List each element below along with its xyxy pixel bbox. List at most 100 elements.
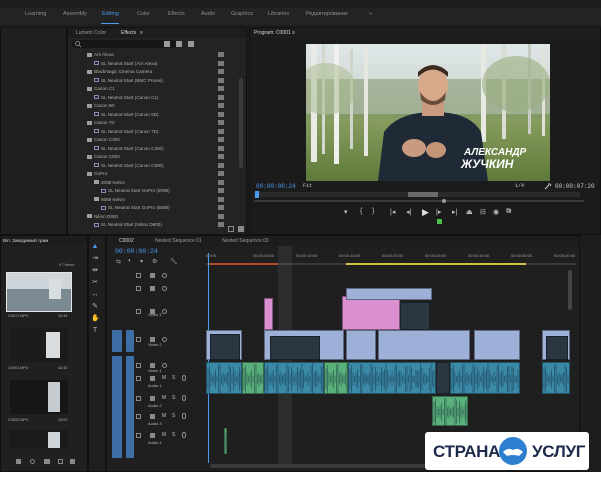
video-clip-thumbnail[interactable] (270, 336, 320, 360)
effects-folder[interactable]: Canon C1 (68, 85, 240, 93)
new-item-icon[interactable] (58, 459, 63, 464)
lock-icon[interactable] (136, 337, 141, 342)
track-select-tool-icon[interactable]: ⇥ (91, 255, 99, 262)
add-marker-timeline-icon[interactable]: ▾ (140, 258, 143, 265)
effects-folder[interactable]: Blackmagic Cinema Camera (68, 68, 240, 76)
eye-icon[interactable] (162, 273, 167, 278)
effects-folder[interactable]: 5668 Kelvin (68, 196, 240, 204)
extract-icon[interactable]: ⊟ (480, 208, 486, 216)
tab-lumetri-color[interactable]: Lumetri Color (76, 30, 106, 36)
graphic-clip[interactable] (264, 298, 273, 330)
effects-folder[interactable]: 2098 Kelvin (68, 179, 240, 187)
solo-icon[interactable]: S (172, 375, 175, 381)
go-to-in-icon[interactable]: |◂ (390, 208, 395, 216)
wrench-icon-timeline[interactable]: 🔧︎ (170, 258, 178, 265)
sync-lock-icon[interactable] (150, 433, 155, 438)
lock-icon[interactable] (136, 414, 141, 419)
effects-folder[interactable]: Canon 5D (68, 102, 240, 110)
tab-nested-sequence-03[interactable]: Nested Sequence 03 (222, 238, 269, 244)
video-clip[interactable] (346, 330, 376, 360)
graphic-clip[interactable] (342, 296, 400, 330)
workspace-assembly[interactable]: Assembly (63, 11, 87, 17)
music-clip[interactable] (432, 396, 468, 426)
effects-folder[interactable]: Canon 7D (68, 119, 240, 127)
trash-icon[interactable] (70, 459, 75, 464)
step-forward-icon[interactable]: |▸ (436, 208, 441, 216)
effects-folder[interactable]: GoPro (68, 170, 240, 178)
sync-lock-icon[interactable] (150, 414, 155, 419)
button-editor-plus-icon[interactable]: + (508, 208, 512, 215)
effects-folder[interactable]: Arri Alexa (68, 51, 240, 59)
clip-thumbnail-2[interactable] (10, 328, 68, 362)
export-frame-icon[interactable]: ◉ (493, 208, 499, 216)
tab-sequence-c0002[interactable]: C0002 (119, 238, 134, 244)
eye-icon[interactable] (162, 363, 167, 368)
workspace-audio[interactable]: Audio (201, 11, 215, 17)
timeline-timecode[interactable]: 00:00:00:24 (115, 248, 158, 255)
mute-icon[interactable]: M (162, 395, 166, 401)
lock-icon[interactable] (136, 376, 141, 381)
list-view-icon[interactable] (16, 459, 21, 464)
add-marker-icon[interactable]: ▾ (344, 208, 348, 216)
find-icon[interactable] (30, 459, 35, 464)
effects-search-input[interactable] (72, 40, 178, 48)
ripple-edit-tool-icon[interactable]: ⇹ (91, 267, 99, 274)
mic-icon[interactable] (182, 375, 186, 381)
effects-folder[interactable]: Canon C300 (68, 136, 240, 144)
selection-tool-icon[interactable]: ▲ (91, 243, 99, 250)
program-current-timecode[interactable]: 00:00:00:24 (256, 183, 296, 190)
project-bin-title[interactable]: Bin: Заводимый трим (3, 238, 48, 243)
audio-clip[interactable] (436, 362, 450, 394)
yuv-effects-icon[interactable] (188, 41, 194, 47)
new-bin-icon[interactable] (228, 226, 234, 232)
mute-icon[interactable]: M (162, 375, 166, 381)
hand-tool-icon[interactable]: ✋ (91, 315, 100, 322)
mic-icon[interactable] (182, 432, 186, 438)
program-video-frame[interactable]: АЛЕКСАНДР ЖУЧКИН (306, 44, 550, 181)
mark-in-icon[interactable]: { (360, 208, 362, 215)
effects-folder[interactable]: Canon C500 (68, 153, 240, 161)
track-target-button[interactable] (126, 330, 134, 352)
timeline-vertical-scrollbar[interactable] (568, 270, 572, 310)
solo-icon[interactable]: S (172, 432, 175, 438)
video-clip-thumbnail[interactable] (210, 334, 240, 360)
workspace-graphics[interactable]: Graphics (231, 11, 253, 17)
wrench-icon[interactable] (544, 183, 552, 190)
effects-scrollbar[interactable] (239, 78, 243, 168)
lock-icon[interactable] (136, 433, 141, 438)
step-back-icon[interactable]: ◂| (406, 208, 411, 216)
lock-icon[interactable] (136, 273, 141, 278)
clip-thumbnail-selected[interactable] (6, 272, 72, 312)
audio-source-patch-button[interactable] (112, 369, 122, 458)
tab-nested-sequence-01[interactable]: Nested Sequence 01 (155, 238, 202, 244)
go-to-out-icon[interactable]: ▸| (452, 208, 457, 216)
workspace-editing[interactable]: Editing (102, 11, 119, 17)
workspaces-overflow[interactable]: » (369, 11, 372, 17)
adjustment-clip[interactable] (346, 288, 432, 300)
audio-clip[interactable] (450, 362, 520, 394)
eye-icon[interactable] (162, 286, 167, 291)
audio-clip-small[interactable] (224, 428, 227, 454)
effects-preset[interactable]: SL Neutral Start (Canon 7D) (68, 128, 240, 136)
lock-icon[interactable] (136, 309, 141, 314)
play-icon[interactable]: ▶ (422, 207, 429, 218)
workspace-effects[interactable]: Effects (168, 11, 185, 17)
effects-preset[interactable]: SL Neutral Start (Canon 5D) (68, 111, 240, 119)
delete-icon[interactable] (238, 226, 244, 232)
mic-icon[interactable] (182, 395, 186, 401)
clip-thumbnail-3[interactable] (10, 380, 68, 414)
audio-clip[interactable] (206, 362, 242, 394)
workspace-color[interactable]: Color (137, 11, 150, 17)
video-clip[interactable] (378, 330, 470, 360)
mic-icon[interactable] (182, 413, 186, 419)
32bit-effects-icon[interactable] (176, 41, 182, 47)
effects-preset[interactable]: SL Neutral Start (BMC Prores) (68, 77, 240, 85)
eye-icon[interactable] (162, 309, 167, 314)
effects-preset[interactable]: SL Neutral Start GoPro (2098) (68, 187, 240, 195)
program-scrub-bar[interactable] (254, 191, 580, 198)
audio-track-target-button[interactable] (126, 369, 134, 458)
timeline-settings-icon[interactable]: ⚙ (152, 258, 157, 265)
effects-preset[interactable]: SL Neutral Start (Arri Alexa) (68, 60, 240, 68)
sync-lock-icon[interactable] (150, 273, 155, 278)
audio-clip-green[interactable] (242, 362, 264, 394)
